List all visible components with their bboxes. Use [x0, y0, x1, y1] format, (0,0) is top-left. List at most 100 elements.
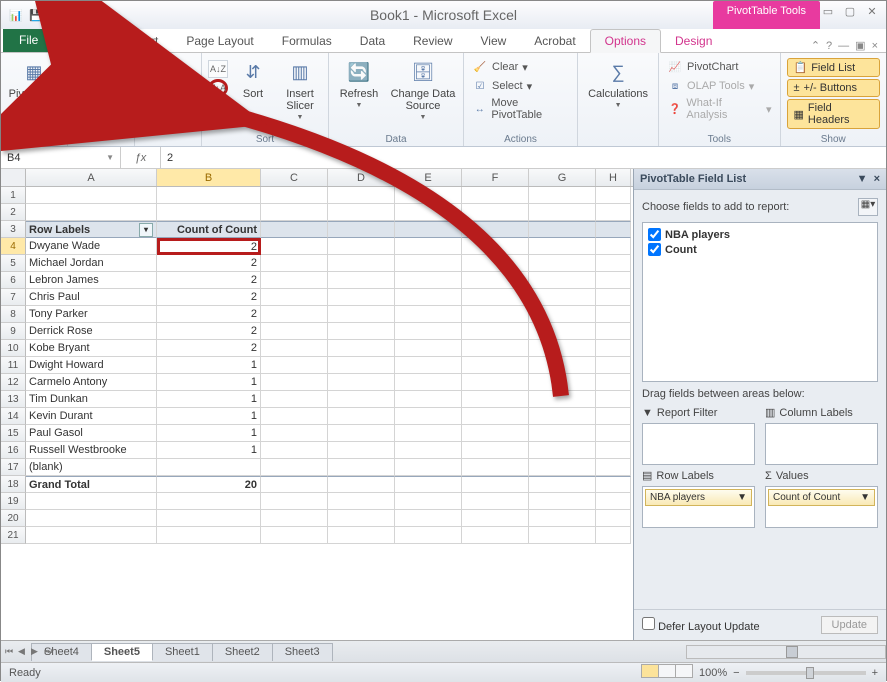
tab-options[interactable]: Options — [590, 29, 661, 53]
cell[interactable] — [261, 187, 328, 204]
cell[interactable]: Grand Total — [26, 476, 157, 493]
cell[interactable] — [462, 510, 529, 527]
cell[interactable]: 1 — [157, 357, 261, 374]
cell[interactable] — [596, 238, 631, 255]
sheet-nav-first[interactable]: ⏮ — [5, 646, 17, 657]
row-header[interactable]: 20 — [1, 510, 26, 527]
cell[interactable] — [596, 272, 631, 289]
cell[interactable] — [596, 204, 631, 221]
cell[interactable] — [157, 187, 261, 204]
field-headers-toggle[interactable]: ▦Field Headers — [787, 99, 881, 129]
cell[interactable] — [462, 323, 529, 340]
cell[interactable] — [26, 493, 157, 510]
sheet-nav-next[interactable]: ▶ — [31, 646, 43, 657]
cell[interactable] — [157, 493, 261, 510]
column-header-C[interactable]: C — [261, 169, 328, 186]
cell[interactable] — [328, 187, 395, 204]
page-break-view-icon[interactable] — [675, 664, 693, 678]
cell[interactable] — [328, 391, 395, 408]
tab-data[interactable]: Data — [346, 30, 399, 52]
cell[interactable] — [328, 204, 395, 221]
row-header[interactable]: 1 — [1, 187, 26, 204]
cell[interactable]: Lebron James — [26, 272, 157, 289]
cell[interactable] — [261, 204, 328, 221]
fx-icon[interactable]: ƒx — [121, 147, 161, 168]
cell[interactable] — [261, 289, 328, 306]
cell[interactable] — [328, 527, 395, 544]
cell[interactable] — [395, 459, 462, 476]
row-header[interactable]: 15 — [1, 425, 26, 442]
sub-restore-icon[interactable]: ▣ — [855, 39, 865, 52]
cell[interactable]: 2 — [157, 306, 261, 323]
sheet-tab-sheet1[interactable]: Sheet1 — [152, 643, 213, 661]
cell[interactable] — [328, 493, 395, 510]
cell[interactable] — [261, 459, 328, 476]
minimize-icon[interactable]: ▭ — [820, 5, 836, 19]
cell[interactable] — [261, 255, 328, 272]
group-button[interactable]: ⧉Group▼ — [141, 56, 195, 109]
cell[interactable] — [26, 204, 157, 221]
cell[interactable] — [596, 374, 631, 391]
redo-icon[interactable]: ↷▾ — [67, 6, 85, 24]
sheet-tab-sheet3[interactable]: Sheet3 — [272, 643, 333, 661]
field-checkbox[interactable] — [648, 243, 661, 256]
tab-design[interactable]: Design — [661, 30, 726, 52]
cell[interactable]: Tim Dunkan — [26, 391, 157, 408]
cell[interactable] — [328, 323, 395, 340]
zoom-level[interactable]: 100% — [699, 667, 727, 679]
cell[interactable] — [328, 459, 395, 476]
row-header[interactable]: 3 — [1, 221, 26, 238]
cell[interactable] — [261, 306, 328, 323]
cell[interactable] — [328, 221, 395, 238]
column-header-B[interactable]: B — [157, 169, 261, 186]
cell[interactable] — [395, 187, 462, 204]
cell[interactable]: Russell Westbrooke — [26, 442, 157, 459]
cell[interactable] — [529, 408, 596, 425]
row-header[interactable]: 6 — [1, 272, 26, 289]
select-button[interactable]: ☑Select ▾ — [470, 77, 571, 95]
cell[interactable]: Chris Paul — [26, 289, 157, 306]
cell[interactable] — [395, 204, 462, 221]
cell[interactable]: Dwight Howard — [26, 357, 157, 374]
cell[interactable] — [395, 306, 462, 323]
name-box[interactable]: B4▼ — [1, 147, 121, 168]
cell[interactable] — [157, 510, 261, 527]
cell[interactable]: Carmelo Antony — [26, 374, 157, 391]
qat-customize-icon[interactable]: ▾ — [87, 6, 105, 24]
cell[interactable] — [261, 374, 328, 391]
chevron-down-icon[interactable]: ▼ — [106, 153, 114, 162]
ribbon-minimize-icon[interactable]: ⌃ — [811, 39, 820, 52]
refresh-button[interactable]: 🔄Refresh▼ — [335, 56, 383, 109]
cell[interactable] — [26, 527, 157, 544]
row-header[interactable]: 21 — [1, 527, 26, 544]
cell[interactable] — [395, 442, 462, 459]
column-header-D[interactable]: D — [328, 169, 395, 186]
cell[interactable] — [261, 408, 328, 425]
cell[interactable]: 2 — [157, 238, 261, 255]
cell[interactable] — [261, 476, 328, 493]
cell[interactable] — [395, 493, 462, 510]
cell[interactable] — [529, 340, 596, 357]
cell[interactable] — [462, 459, 529, 476]
cell[interactable] — [529, 391, 596, 408]
cell[interactable] — [596, 357, 631, 374]
cell[interactable] — [395, 221, 462, 238]
cell[interactable]: 2 — [157, 340, 261, 357]
row-header[interactable]: 16 — [1, 442, 26, 459]
cell[interactable] — [529, 510, 596, 527]
cell[interactable] — [395, 238, 462, 255]
cell[interactable] — [328, 306, 395, 323]
cell[interactable]: 2 — [157, 289, 261, 306]
calculations-button[interactable]: ∑Calculations▼ — [584, 56, 652, 109]
sort-za-button[interactable]: Z↓A — [208, 79, 228, 97]
cell[interactable] — [529, 442, 596, 459]
cell[interactable] — [395, 272, 462, 289]
fields-list[interactable]: NBA players Count — [642, 222, 878, 382]
cell[interactable] — [328, 289, 395, 306]
cell[interactable] — [462, 204, 529, 221]
cell[interactable] — [157, 459, 261, 476]
filter-dropdown-icon[interactable]: ▾ — [139, 223, 153, 237]
value-pill[interactable]: Count of Count▼ — [768, 489, 875, 506]
cell[interactable] — [395, 289, 462, 306]
sort-az-button[interactable]: A↓Z — [208, 60, 228, 78]
